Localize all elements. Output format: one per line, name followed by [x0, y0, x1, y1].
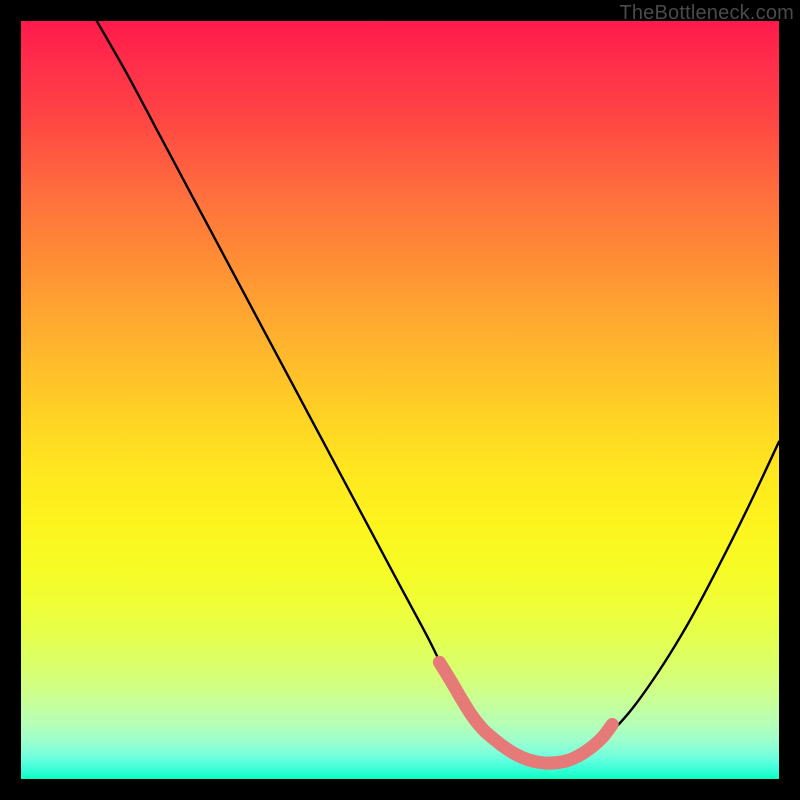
- chart-stage: TheBottleneck.com: [0, 0, 800, 800]
- curve-layer: [21, 21, 779, 779]
- optimal-region-highlight-path: [439, 662, 612, 763]
- bottleneck-curve-path: [97, 21, 779, 763]
- watermark-text: TheBottleneck.com: [619, 2, 794, 25]
- plot-area: [21, 21, 779, 779]
